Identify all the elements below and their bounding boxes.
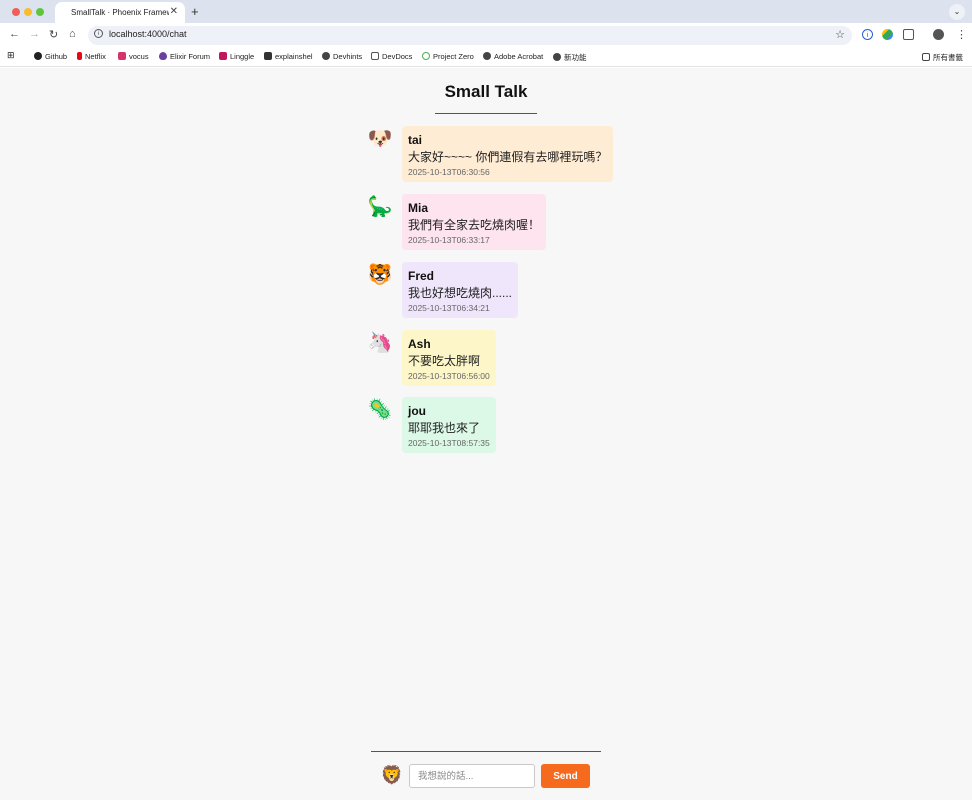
home-icon[interactable]: ⌂	[69, 28, 76, 40]
message-timestamp: 2025-10-13T06:56:00	[408, 371, 490, 381]
google-drive-icon[interactable]	[882, 29, 893, 40]
apps-grid-icon[interactable]: ⊞	[7, 50, 15, 61]
globe-icon	[553, 53, 561, 61]
bookmark-label: Github	[45, 52, 68, 61]
folder-icon	[922, 53, 930, 61]
message-bubble: Mia 我們有全家去吃燒肉喔！ 2025-10-13T06:33:17	[402, 194, 547, 250]
window-minimize-button[interactable]	[24, 8, 32, 16]
bookmark-label: Linggle	[230, 52, 255, 61]
github-icon	[34, 52, 42, 60]
bookmark-github[interactable]: Github	[34, 52, 67, 61]
dog-avatar-icon: 🐶	[367, 128, 393, 150]
tab-title: SmallTalk · Phoenix Framework	[71, 8, 169, 17]
bookmark-devdocs[interactable]: DevDocs	[371, 52, 412, 61]
send-button[interactable]: Send	[541, 764, 590, 788]
message-author: Fred	[408, 269, 435, 283]
bookmark-label: Elixir Forum	[170, 52, 211, 61]
bookmark-label: vocus	[129, 52, 149, 61]
bookmark-star-icon[interactable]: ☆	[835, 28, 845, 41]
browser-toolbar: ← → ↻ ⌂ i localhost:4000/chat ☆ i ⋮	[0, 23, 972, 48]
browser-tab[interactable]: SmallTalk · Phoenix Framework ✕	[55, 2, 185, 23]
message-author: Mia	[408, 201, 429, 215]
message-bubble: tai 大家好~~~~ 你們連假有去哪裡玩嗎？ 2025-10-13T06:30…	[402, 126, 614, 182]
netflix-icon	[77, 52, 82, 60]
site-info-icon[interactable]: i	[94, 29, 103, 38]
window-maximize-button[interactable]	[36, 8, 44, 16]
message-timestamp: 2025-10-13T08:57:35	[408, 438, 490, 448]
message-author: tai	[408, 133, 423, 147]
message-text: 我也好想吃燒肉......	[408, 286, 513, 300]
forward-arrow-icon[interactable]: →	[29, 28, 40, 40]
chat-page: Small Talk 🐶 tai 大家好~~~~ 你們連假有去哪裡玩嗎？ 202…	[0, 68, 972, 800]
bookmark-new-features[interactable]: 新功能	[553, 52, 587, 63]
devdocs-icon	[371, 52, 379, 60]
message-timestamp: 2025-10-13T06:30:56	[408, 167, 490, 177]
explainshell-icon	[264, 52, 272, 60]
message-bubble: Ash 不要吃太胖啊 2025-10-13T06:56:00	[402, 330, 496, 386]
bookmark-label: 新功能	[564, 53, 587, 62]
message-text: 不要吃太胖啊	[408, 354, 481, 368]
elixir-icon	[159, 52, 167, 60]
bookmark-linggle[interactable]: Linggle	[219, 52, 254, 61]
address-url[interactable]: localhost:4000/chat	[109, 29, 187, 39]
bookmark-label: Devhints	[333, 52, 363, 61]
tab-close-icon[interactable]: ✕	[170, 6, 178, 17]
tab-search-icon[interactable]: ⌄	[949, 4, 965, 20]
bookmarks-bar: ⊞ Github Netflix vocus Elixir Forum Ling…	[0, 48, 972, 67]
bookmark-label: 所有書籤	[933, 53, 963, 62]
vocus-icon	[118, 52, 126, 60]
globe-icon	[483, 52, 491, 60]
bookmark-explainshell[interactable]: explainshel	[264, 52, 313, 61]
lion-avatar-icon: 🦁	[380, 765, 404, 785]
bookmark-label: Project Zero	[433, 52, 474, 61]
composer-divider	[371, 751, 601, 752]
bookmark-netflix[interactable]: Netflix	[77, 52, 106, 61]
message-author: Ash	[408, 337, 431, 351]
message-author: jou	[408, 404, 426, 418]
browser-menu-icon[interactable]: ⋮	[956, 28, 967, 41]
page-title: Small Talk	[444, 82, 528, 101]
message-text: 我們有全家去吃燒肉喔！	[408, 218, 541, 232]
message-timestamp: 2025-10-13T06:33:17	[408, 235, 490, 245]
message-bubble: jou 耶耶我也來了 2025-10-13T08:57:35	[402, 397, 496, 453]
bookmark-elixir-forum[interactable]: Elixir Forum	[159, 52, 210, 61]
password-manager-icon[interactable]: i	[862, 29, 873, 40]
bookmark-label: Adobe Acrobat	[494, 52, 544, 61]
window-close-button[interactable]	[12, 8, 20, 16]
title-divider	[435, 113, 537, 114]
message-timestamp: 2025-10-13T06:34:21	[408, 303, 490, 313]
message-text: 耶耶我也來了	[408, 421, 481, 435]
bookmark-label: explainshel	[275, 52, 313, 61]
linggle-icon	[219, 52, 227, 60]
bookmark-devhints[interactable]: Devhints	[322, 52, 362, 61]
project-zero-icon	[422, 52, 430, 60]
reload-icon[interactable]: ↻	[49, 28, 58, 41]
dinosaur-avatar-icon: 🦕	[367, 196, 393, 218]
bookmark-project-zero[interactable]: Project Zero	[422, 52, 474, 61]
bookmark-adobe-acrobat[interactable]: Adobe Acrobat	[483, 52, 543, 61]
new-tab-button[interactable]: +	[191, 4, 199, 19]
extensions-icon[interactable]	[903, 29, 914, 40]
message-input[interactable]	[409, 764, 535, 788]
microbe-avatar-icon: 🦠	[367, 399, 393, 421]
bookmark-label: Netflix	[85, 52, 106, 61]
globe-icon	[322, 52, 330, 60]
back-arrow-icon[interactable]: ←	[9, 28, 20, 40]
profile-avatar-icon[interactable]	[933, 29, 944, 40]
all-bookmarks-folder[interactable]: 所有書籤	[922, 52, 963, 63]
tiger-avatar-icon: 🐯	[367, 264, 393, 286]
message-bubble: Fred 我也好想吃燒肉...... 2025-10-13T06:34:21	[402, 262, 519, 318]
address-bar[interactable]: i localhost:4000/chat ☆	[88, 26, 852, 45]
unicorn-avatar-icon: 🦄	[367, 332, 393, 354]
message-text: 大家好~~~~ 你們連假有去哪裡玩嗎？	[408, 150, 608, 164]
browser-titlebar: SmallTalk · Phoenix Framework ✕ + ⌄	[0, 0, 972, 23]
bookmark-label: DevDocs	[382, 52, 413, 61]
bookmark-vocus[interactable]: vocus	[118, 52, 149, 61]
